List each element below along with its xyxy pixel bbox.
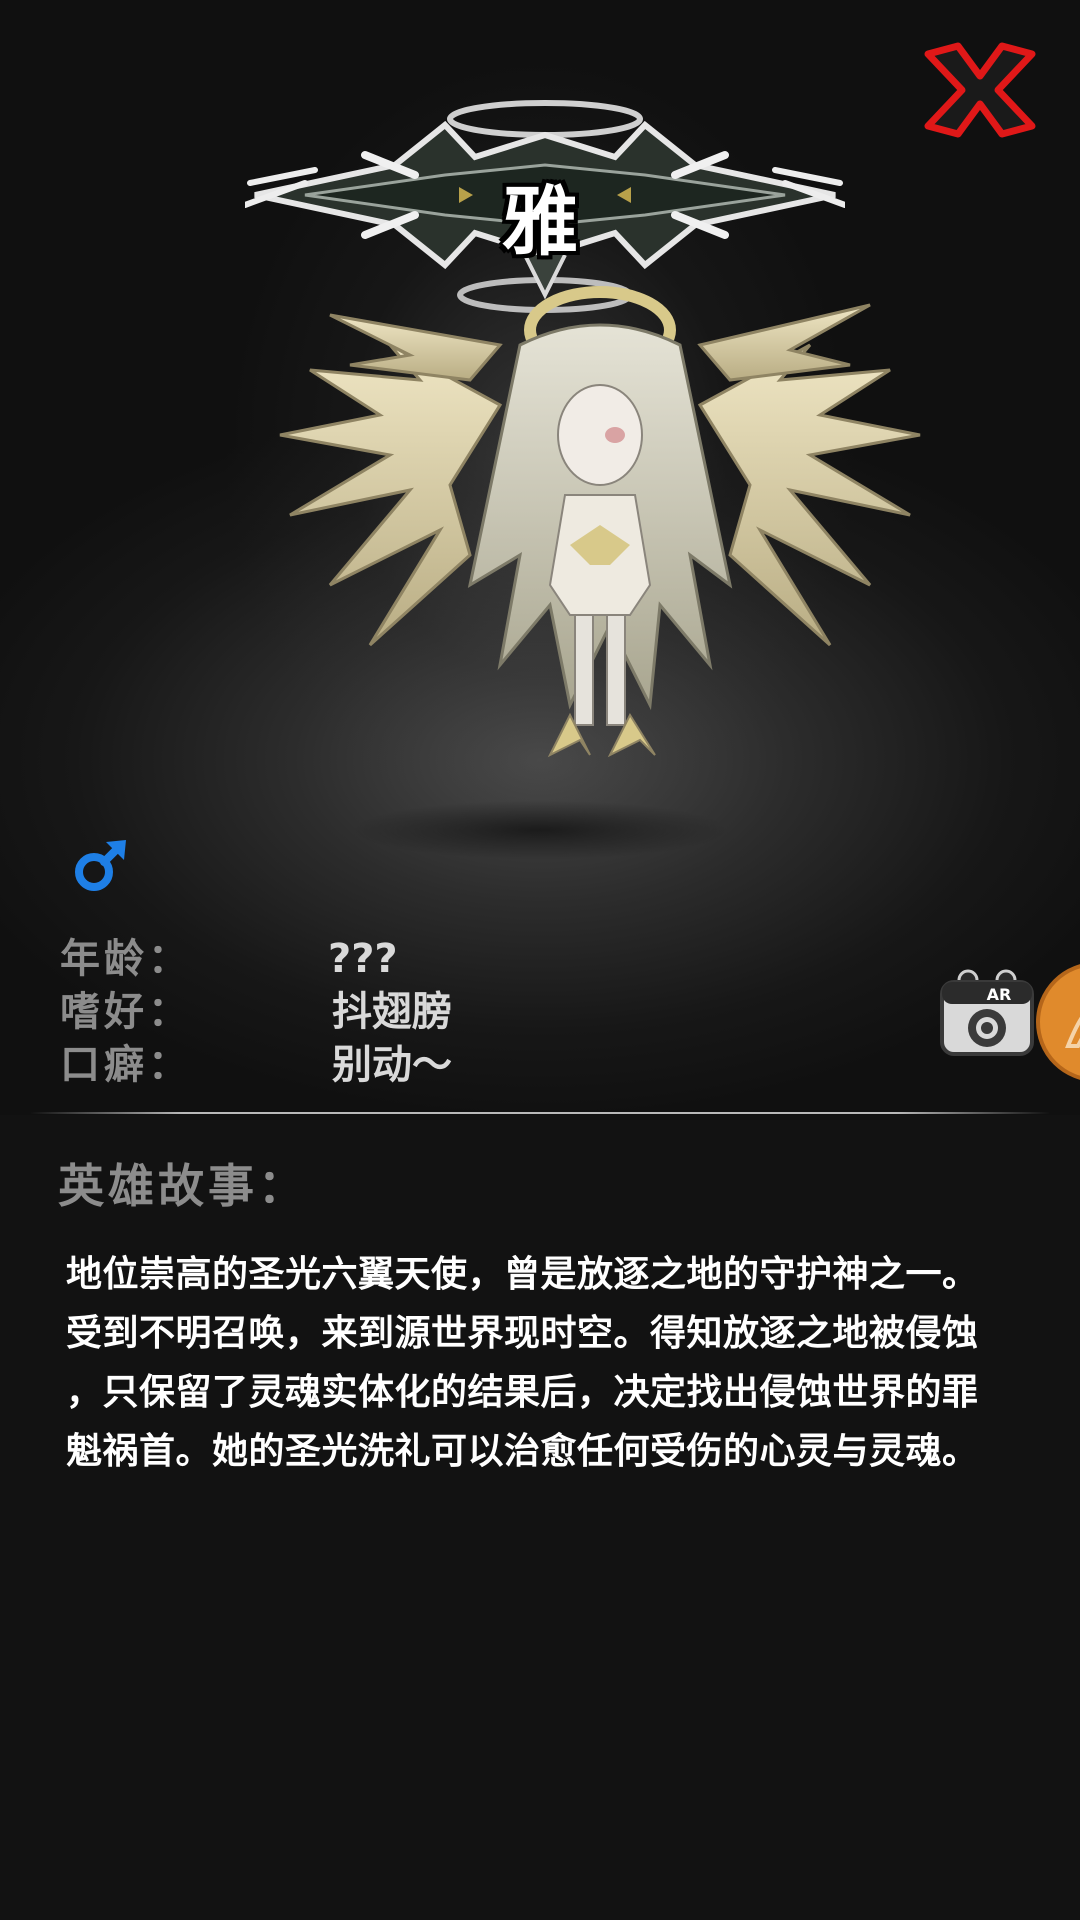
close-x-icon bbox=[924, 42, 1036, 138]
info-label: 口癖： bbox=[60, 1042, 192, 1088]
info-value: 抖翅膀 bbox=[332, 989, 452, 1035]
side-tab-icon bbox=[1065, 1016, 1080, 1048]
ar-camera-icon: AR bbox=[940, 969, 1034, 1056]
story-line: ，只保留了灵魂实体化的结果后，决定找出侵蚀世界的罪 bbox=[66, 1372, 979, 1413]
hero-portrait-panel: 雅 年龄： ??? 嗜好： 抖翅膀 口癖： 别动～ AR bbox=[0, 0, 1080, 1115]
hero-character-illustration bbox=[279, 286, 921, 758]
ar-camera-button[interactable]: AR bbox=[938, 968, 1036, 1060]
story-line: 地位崇高的圣光六翼天使，曾是放逐之地的守护神之一。 bbox=[66, 1254, 979, 1295]
info-value: ??? bbox=[328, 936, 398, 982]
info-label: 嗜好： bbox=[60, 989, 192, 1035]
info-label: 年龄： bbox=[60, 936, 192, 982]
section-divider bbox=[30, 1112, 1050, 1114]
story-line: 受到不明召唤，来到源世界现时空。得知放逐之地被侵蚀 bbox=[66, 1313, 979, 1354]
ar-label: AR bbox=[987, 985, 1012, 1004]
story-line: 魁祸首。她的圣光洗礼可以治愈任何受伤的心灵与灵魂。 bbox=[66, 1431, 979, 1472]
male-symbol-icon bbox=[75, 840, 126, 891]
close-button[interactable] bbox=[920, 40, 1038, 140]
hero-name: 雅 bbox=[502, 177, 578, 266]
story-heading: 英雄故事： bbox=[58, 1159, 308, 1213]
info-value: 别动～ bbox=[332, 1042, 452, 1088]
side-tab-button[interactable] bbox=[1036, 962, 1080, 1082]
